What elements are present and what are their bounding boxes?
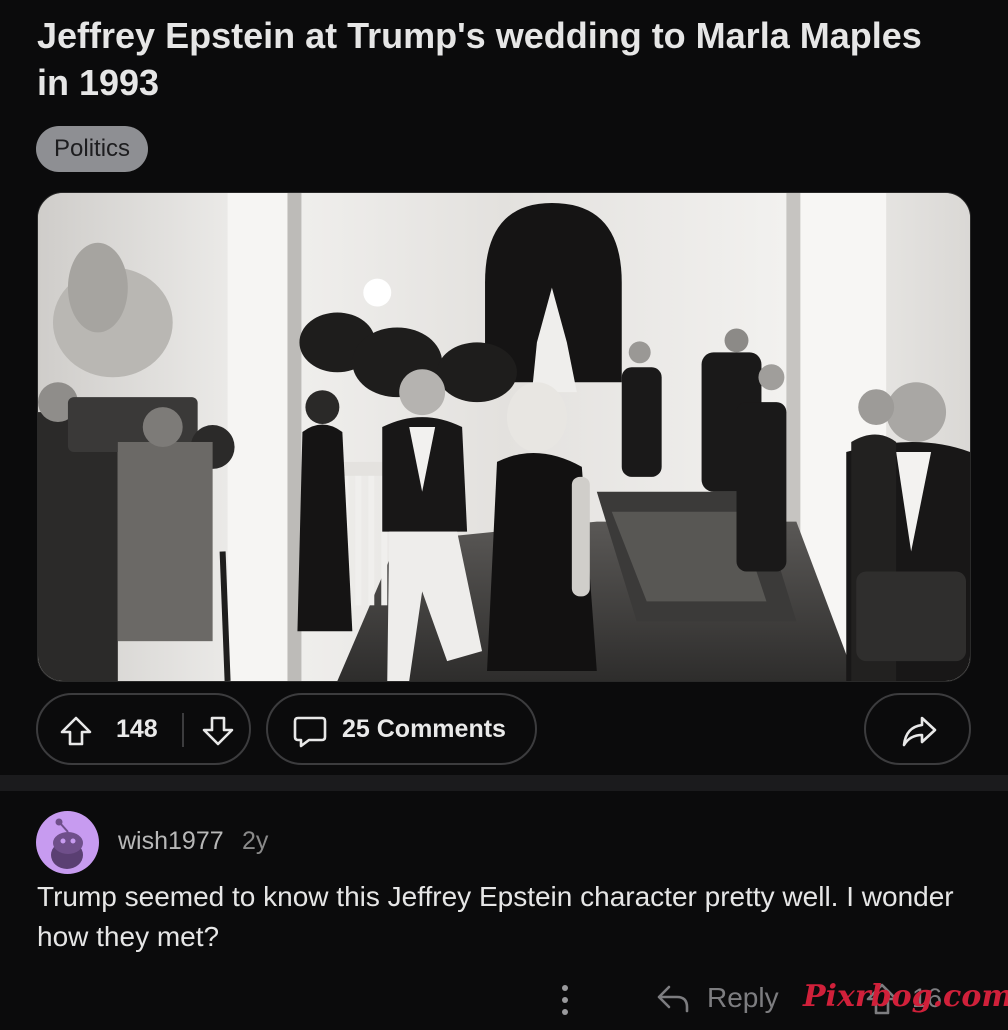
comment-age: 2y [242, 827, 269, 855]
post-action-bar: 148 25 Comments [0, 693, 1008, 765]
arrow-up-icon[interactable] [56, 711, 96, 751]
arrow-down-icon[interactable] [198, 711, 238, 751]
post-title[interactable]: Jeffrey Epstein at Trump's wedding to Ma… [37, 12, 957, 106]
post-image[interactable] [37, 192, 971, 682]
more-vertical-icon[interactable] [553, 981, 577, 1019]
reply-label: Reply [707, 982, 779, 1013]
comment-author[interactable]: wish1977 [118, 827, 224, 856]
section-divider [0, 775, 1008, 791]
snoo-avatar-icon[interactable] [36, 811, 99, 874]
reply-arrow-icon [657, 985, 689, 1013]
share-button[interactable] [864, 693, 971, 765]
flair-badge[interactable]: Politics [36, 126, 149, 172]
speech-bubble-icon [293, 716, 327, 748]
photo-illustration [38, 193, 970, 681]
watermark: Pixrbog.com [803, 979, 1008, 1014]
reply-button[interactable]: Reply [655, 981, 779, 1015]
comment-body: Trump seemed to know this Jeffrey Epstei… [37, 881, 954, 952]
comments-button[interactable]: 25 Comments [266, 693, 537, 765]
vote-divider [182, 713, 184, 747]
vote-pill: 148 [36, 693, 251, 765]
share-arrow-icon [902, 716, 937, 747]
post-card: Jeffrey Epstein at Trump's wedding to Ma… [0, 0, 1008, 775]
comment: wish1977 2y Trump seemed to know this Je… [0, 791, 1008, 1030]
comments-label: 25 Comments [342, 715, 506, 743]
vote-count: 148 [116, 715, 158, 743]
